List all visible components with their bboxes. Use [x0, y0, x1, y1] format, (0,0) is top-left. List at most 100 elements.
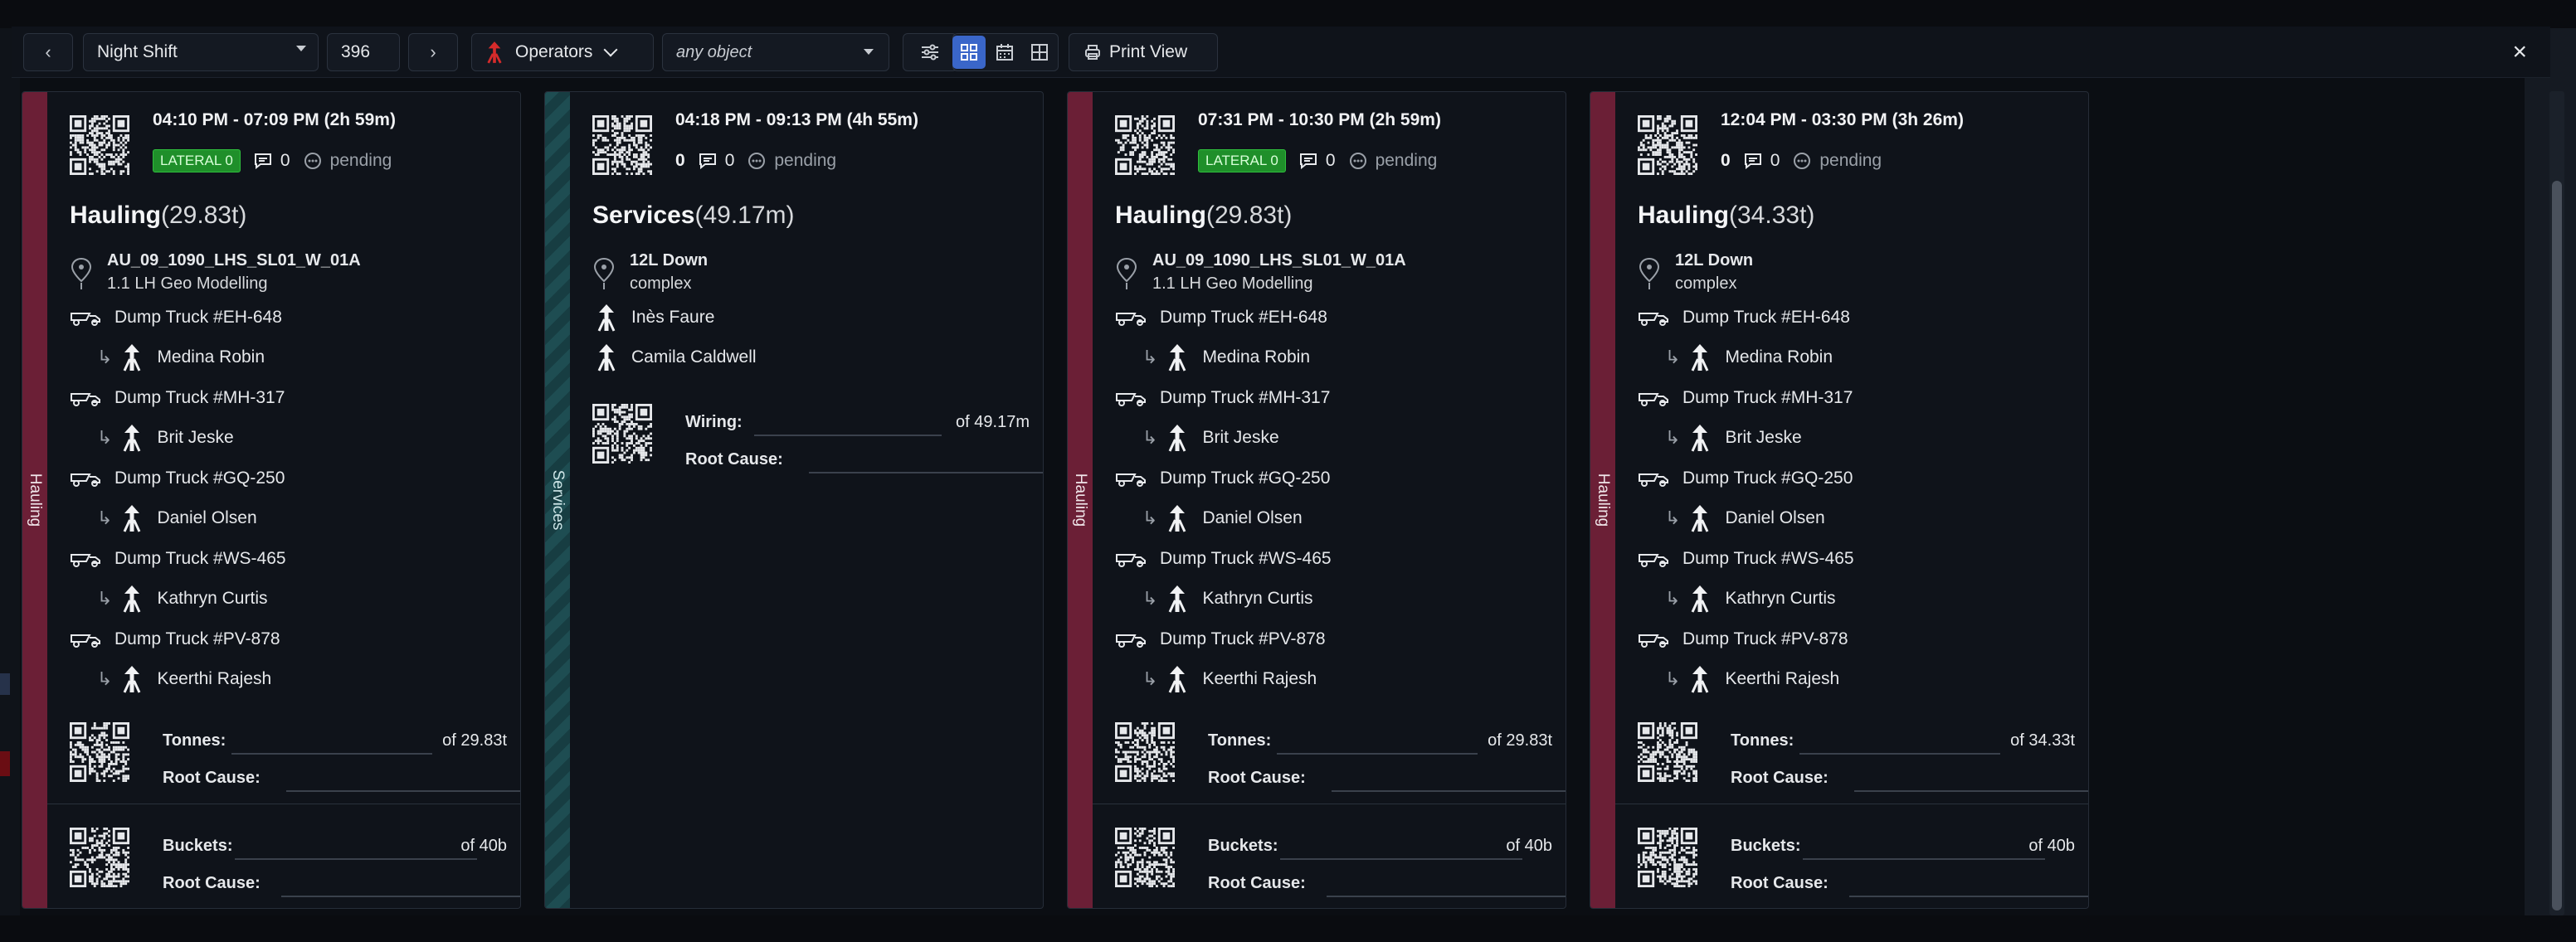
root-cause-input[interactable] [809, 472, 1043, 473]
equipment-row[interactable]: Dump Truck #GQ-250 [1115, 462, 1330, 495]
operator-row[interactable]: ↳ Brit Jeske [1142, 421, 1279, 454]
task-card[interactable]: Hauling 07:31 PM - 10:30 PM (2h 59m) LAT… [1067, 91, 1566, 909]
qr-code-icon [1638, 828, 1697, 887]
truck-name: Dump Truck #EH-648 [1160, 308, 1327, 327]
activity-name: Hauling [1638, 202, 1729, 229]
equipment-row[interactable]: Dump Truck #EH-648 [1638, 301, 1850, 334]
operator-row[interactable]: ↳ Medina Robin [1665, 341, 1833, 374]
buckets-input[interactable] [235, 858, 477, 860]
number-input[interactable]: 396 [327, 33, 400, 71]
operator-row[interactable]: ↳ Medina Robin [1142, 341, 1310, 374]
operators-dropdown[interactable]: Operators [471, 33, 654, 71]
equipment-row[interactable]: Dump Truck #MH-317 [1115, 381, 1330, 415]
equipment-row[interactable]: Dump Truck #MH-317 [70, 381, 285, 415]
task-card[interactable]: Hauling 12:04 PM - 03:30 PM (3h 26m) 0 0… [1590, 91, 2089, 909]
operator-name: Medina Robin [157, 347, 265, 367]
equipment-row[interactable]: Dump Truck #PV-878 [70, 623, 280, 656]
operator-row[interactable]: ↳ Brit Jeske [97, 421, 234, 454]
tonnes-input[interactable] [1277, 753, 1478, 755]
grid-view-button[interactable] [952, 36, 986, 69]
location-name: AU_09_1090_LHS_SL01_W_01A [107, 251, 361, 269]
comments-count[interactable]: 0 [1744, 151, 1780, 171]
dump-truck-icon [71, 634, 100, 648]
previous-button[interactable]: ‹ [23, 33, 73, 71]
scrollbar[interactable] [2549, 91, 2564, 915]
tonnes-total: of 29.83t [1488, 731, 1552, 750]
equipment-row[interactable]: Dump Truck #EH-648 [1115, 301, 1327, 334]
truck-name: Dump Truck #WS-465 [114, 549, 286, 568]
sliders-icon [922, 44, 938, 61]
operator-row[interactable]: ↳ Daniel Olsen [97, 502, 257, 535]
print-view-button[interactable]: Print View [1069, 33, 1218, 71]
tonnes-input[interactable] [1799, 753, 2000, 755]
caret-down-icon [296, 46, 306, 51]
calendar-view-icon [996, 44, 1013, 61]
location-pin-icon [593, 257, 615, 289]
operator-row[interactable]: ↳ Daniel Olsen [1665, 502, 1825, 535]
wiring-input[interactable] [754, 435, 942, 436]
card-meta: LATERAL 0 0 pending [1198, 148, 1437, 173]
root-cause-input[interactable] [286, 790, 520, 792]
equipment-row[interactable]: Dump Truck #GQ-250 [70, 462, 285, 495]
operator-row[interactable]: ↳ Keerthi Rajesh [1142, 663, 1317, 696]
operator-icon [124, 344, 141, 371]
sub-item-arrow-icon: ↳ [1142, 588, 1158, 609]
activity-name: Hauling [70, 202, 161, 229]
root-cause-input[interactable] [1854, 790, 2088, 792]
equipment-row[interactable]: Dump Truck #GQ-250 [1638, 462, 1853, 495]
operator-row[interactable]: ↳ Keerthi Rajesh [97, 663, 271, 696]
dump-truck-icon [1116, 473, 1146, 487]
filter-settings-button[interactable] [903, 33, 957, 71]
root-cause-input[interactable] [281, 896, 520, 897]
scrollbar-thumb[interactable] [2552, 181, 2562, 910]
operator-row[interactable]: ↳ Daniel Olsen [1142, 502, 1303, 535]
equipment-row[interactable]: Dump Truck #WS-465 [70, 542, 286, 575]
operator-row[interactable]: Inès Faure [597, 301, 714, 334]
card-type-label: Hauling [27, 473, 44, 527]
root-cause-label: Root Cause: [1731, 874, 1829, 892]
tonnes-total: of 34.33t [2010, 731, 2075, 750]
operator-row[interactable]: Camila Caldwell [597, 341, 757, 374]
equipment-row[interactable]: Dump Truck #PV-878 [1638, 623, 1848, 656]
equipment-row[interactable]: Dump Truck #WS-465 [1638, 542, 1854, 575]
tonnes-input[interactable] [231, 753, 432, 755]
table-view-button[interactable] [1023, 36, 1056, 69]
truck-name: Dump Truck #EH-648 [114, 308, 282, 327]
operators-label: Operators [515, 42, 593, 61]
operator-row[interactable]: ↳ Kathryn Curtis [1142, 582, 1312, 615]
dump-truck-icon [71, 313, 100, 326]
comments-count[interactable]: 0 [254, 151, 290, 171]
operator-row[interactable]: ↳ Kathryn Curtis [97, 582, 267, 615]
calendar-view-button[interactable] [988, 36, 1021, 69]
object-filter-select[interactable]: any object [662, 33, 889, 71]
close-button[interactable]: × [2512, 38, 2527, 66]
root-cause-input[interactable] [1849, 896, 2088, 897]
operator-row[interactable]: ↳ Keerthi Rajesh [1665, 663, 1839, 696]
operator-row[interactable]: ↳ Kathryn Curtis [1665, 582, 1835, 615]
qr-code-icon [1638, 115, 1697, 175]
operator-row[interactable]: ↳ Medina Robin [97, 341, 265, 374]
buckets-input[interactable] [1803, 858, 2045, 860]
sub-item-arrow-icon: ↳ [97, 427, 113, 448]
operator-icon [597, 344, 616, 371]
operator-row[interactable]: ↳ Brit Jeske [1665, 421, 1802, 454]
comments-count[interactable]: 0 [699, 151, 734, 171]
equipment-row[interactable]: Dump Truck #MH-317 [1638, 381, 1853, 415]
root-cause-input[interactable] [1332, 790, 1566, 792]
qr-code-icon [592, 404, 652, 464]
comment-icon [1744, 153, 1761, 169]
truck-name: Dump Truck #MH-317 [1682, 388, 1853, 407]
equipment-row[interactable]: Dump Truck #WS-465 [1115, 542, 1332, 575]
root-cause-input[interactable] [1327, 896, 1566, 897]
buckets-input[interactable] [1280, 858, 1522, 860]
next-button[interactable]: › [408, 33, 458, 71]
card-type-label: Hauling [1072, 473, 1089, 527]
shift-select[interactable]: Night Shift [83, 33, 319, 71]
equipment-row[interactable]: Dump Truck #PV-878 [1115, 623, 1326, 656]
task-card[interactable]: Hauling 04:10 PM - 07:09 PM (2h 59m) LAT… [22, 91, 521, 909]
task-card[interactable]: Services 04:18 PM - 09:13 PM (4h 55m) 0 … [544, 91, 1044, 909]
equipment-row[interactable]: Dump Truck #EH-648 [70, 301, 282, 334]
activity-quantity: (34.33t) [1729, 202, 1815, 229]
dump-truck-icon [1116, 393, 1146, 406]
comments-count[interactable]: 0 [1299, 151, 1336, 171]
